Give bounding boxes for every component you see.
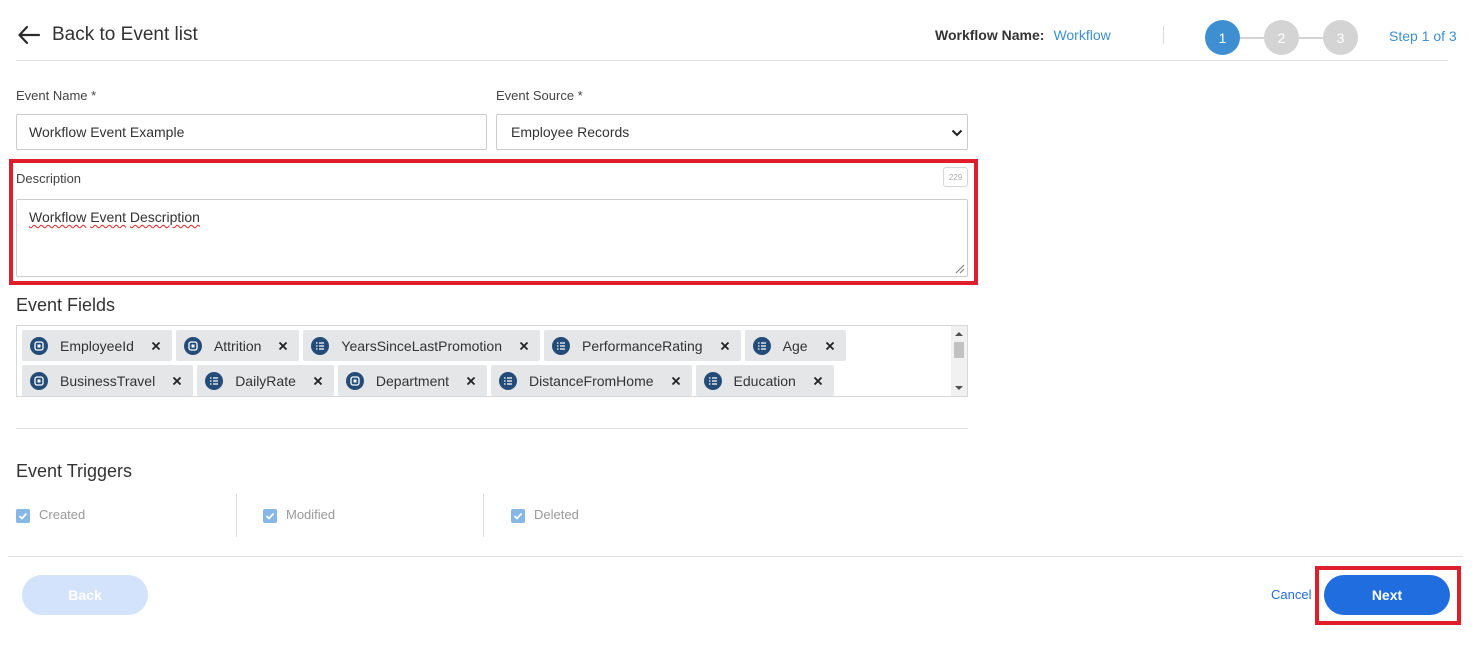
field-tag-label: DailyRate <box>235 372 296 389</box>
description-highlight-box <box>9 159 978 285</box>
remove-tag-icon[interactable] <box>275 338 291 354</box>
remove-tag-icon[interactable] <box>463 373 479 389</box>
field-tag-label: PerformanceRating <box>581 337 703 354</box>
scrollbar-thumb[interactable] <box>954 342 964 358</box>
scroll-up-icon[interactable] <box>955 332 963 336</box>
chevron-down-icon <box>951 129 963 137</box>
trigger-label: Modified <box>286 507 336 522</box>
remove-tag-icon[interactable] <box>810 373 826 389</box>
numeric-field-icon <box>499 371 518 390</box>
remove-tag-icon[interactable] <box>516 338 532 354</box>
field-tag: Age <box>744 330 846 361</box>
trigger-label: Deleted <box>534 507 579 522</box>
header-divider <box>1163 26 1164 44</box>
field-tag: Department <box>337 365 488 396</box>
back-button[interactable]: Back <box>22 575 148 615</box>
field-tag-label: Department <box>375 372 450 389</box>
field-tag-label: Age <box>782 337 808 354</box>
event-fields-title: Event Fields <box>16 295 116 315</box>
field-tag-label: Education <box>733 372 796 389</box>
trigger-created[interactable]: Created <box>16 506 85 523</box>
event-triggers-title: Event Triggers <box>16 461 133 481</box>
field-tag-label: EmployeeId <box>60 337 134 354</box>
footer-divider <box>8 556 1463 557</box>
section-divider <box>16 428 968 429</box>
remove-tag-icon[interactable] <box>310 373 326 389</box>
id-field-icon <box>30 336 48 355</box>
field-tag: DailyRate <box>197 365 334 396</box>
numeric-field-icon <box>703 371 722 390</box>
field-tag: Education <box>695 365 834 396</box>
field-tag: PerformanceRating <box>543 330 741 361</box>
trigger-label: Created <box>39 507 86 522</box>
step-2: 2 <box>1264 20 1299 55</box>
remove-tag-icon[interactable] <box>822 338 838 354</box>
cancel-link[interactable]: Cancel <box>1271 587 1311 602</box>
id-field-icon <box>183 336 202 355</box>
event-source-select[interactable]: Employee Records <box>496 114 968 150</box>
tag-row: BusinessTravel DailyRate Department Dist… <box>22 365 834 396</box>
back-link-label: Back to Event list <box>52 24 198 45</box>
field-tag: YearsSinceLastPromotion <box>303 330 540 361</box>
remove-tag-icon[interactable] <box>668 373 684 389</box>
trigger-deleted[interactable]: Deleted <box>511 506 579 523</box>
scroll-down-icon[interactable] <box>955 386 963 390</box>
back-to-event-list-link[interactable]: Back to Event list <box>16 22 198 48</box>
step-indicator: Step 1 of 3 <box>1389 28 1457 44</box>
checkbox-checked-icon[interactable] <box>263 509 277 523</box>
event-name-label: Event Name * <box>16 88 97 103</box>
remove-tag-icon[interactable] <box>169 373 185 389</box>
step-1: 1 <box>1205 20 1240 55</box>
field-tag-label: BusinessTravel <box>60 372 156 389</box>
trigger-separator <box>483 494 484 537</box>
tag-row: EmployeeId Attrition YearsSinceLastPromo… <box>22 330 846 361</box>
numeric-field-icon <box>551 336 570 355</box>
stepper: 1 2 3 <box>1205 20 1358 55</box>
event-fields-box[interactable]: EmployeeId Attrition YearsSinceLastPromo… <box>16 325 968 397</box>
trigger-separator <box>236 494 237 537</box>
trigger-modified[interactable]: Modified <box>263 506 335 523</box>
checkbox-checked-icon[interactable] <box>16 509 30 523</box>
remove-tag-icon[interactable] <box>717 338 733 354</box>
numeric-field-icon <box>311 336 330 355</box>
next-highlight-box <box>1315 566 1461 625</box>
field-tag-label: Attrition <box>213 337 262 354</box>
arrow-left-icon <box>18 25 41 45</box>
field-tag: DistanceFromHome <box>491 365 692 396</box>
field-tag: BusinessTravel <box>22 365 194 396</box>
event-name-input[interactable] <box>16 114 487 150</box>
id-field-icon <box>345 371 364 390</box>
fields-scrollbar[interactable] <box>951 326 967 396</box>
checkbox-checked-icon[interactable] <box>511 509 525 523</box>
event-source-value: Employee Records <box>511 124 630 140</box>
remove-tag-icon[interactable] <box>148 338 164 354</box>
numeric-field-icon <box>205 371 224 390</box>
field-tag: Attrition <box>175 330 300 361</box>
event-source-label: Event Source * <box>496 88 583 103</box>
field-tag-label: YearsSinceLastPromotion <box>341 337 502 354</box>
workflow-name-value: Workflow <box>1053 27 1111 43</box>
id-field-icon <box>30 371 48 390</box>
workflow-name: Workflow Name: Workflow <box>935 27 1111 43</box>
step-3: 3 <box>1323 20 1358 55</box>
field-tag: EmployeeId <box>22 330 172 361</box>
field-tag-label: DistanceFromHome <box>529 372 654 389</box>
workflow-name-label: Workflow Name: <box>935 27 1045 43</box>
numeric-field-icon <box>752 336 771 355</box>
header-divider-line <box>16 60 1448 61</box>
